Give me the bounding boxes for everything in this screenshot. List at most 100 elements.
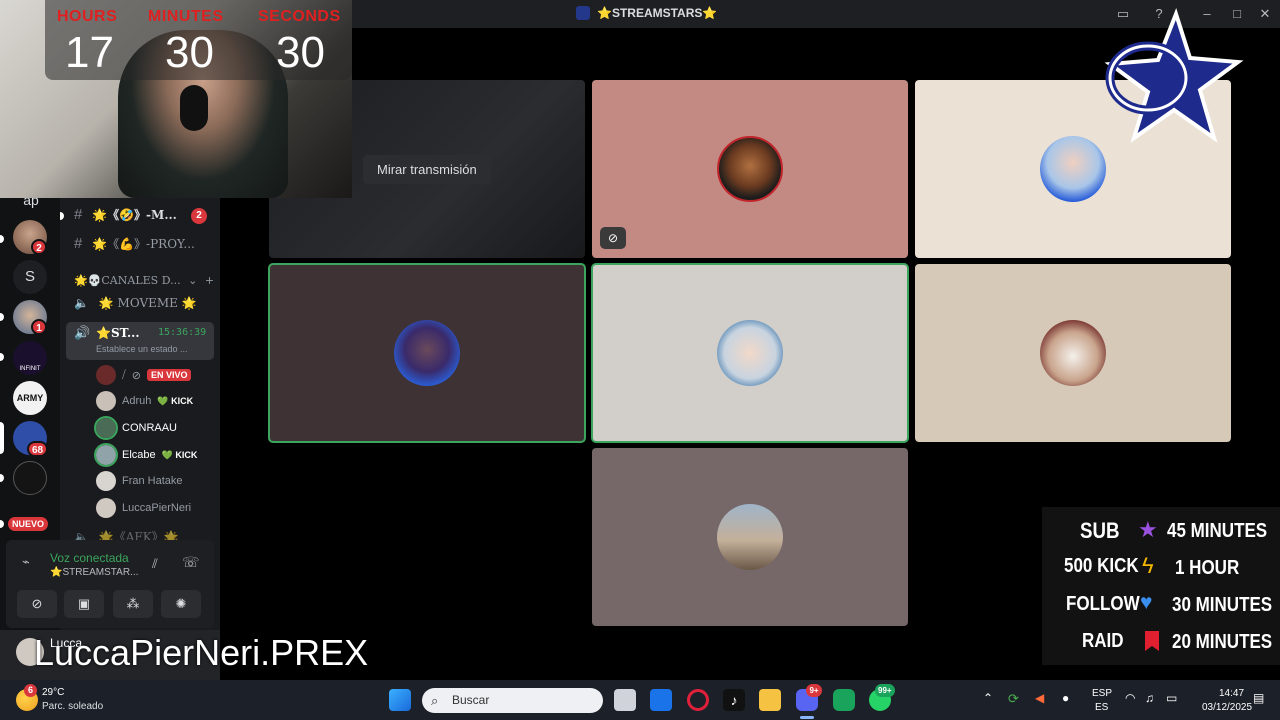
channel-badge: 2 <box>191 208 207 224</box>
server-infinit[interactable]: INFINIT <box>13 341 47 375</box>
member-name: LuccaPierNeri <box>122 502 192 514</box>
stream-goals-panel: SUB ★ 45 MINUTES 500 KICK ϟ 1 HOUR FOLLO… <box>1042 507 1280 665</box>
weather-badge: 6 <box>24 684 37 697</box>
server-army[interactable]: ARMY <box>13 381 47 415</box>
add-channel-icon[interactable]: + <box>205 274 214 287</box>
seconds-label: SECONDS <box>258 8 341 25</box>
avatar <box>394 320 460 386</box>
voice-tile[interactable] <box>915 264 1231 442</box>
avatar <box>1040 136 1106 202</box>
category-header[interactable]: 🌟💀CANALES D... ⌄ + <box>74 274 214 296</box>
tiktok-icon[interactable]: ♪ <box>723 689 745 711</box>
avatar <box>96 391 116 411</box>
weather-temp: 29°C <box>42 687 65 698</box>
watch-stream-button[interactable]: Mirar transmisión <box>363 155 491 184</box>
minutes-value: 30 <box>165 28 214 77</box>
window-title: ⭐STREAMSTARS⭐ <box>597 6 718 20</box>
server-s[interactable]: S <box>13 260 47 294</box>
countdown-timer: HOURS MINUTES SECONDS 17 30 30 <box>45 0 352 80</box>
volume-icon[interactable]: ♫ <box>1145 691 1154 705</box>
battery-icon[interactable]: ▭ <box>1166 691 1177 705</box>
server-badge: 2 <box>31 239 47 255</box>
voice-tile-speaking[interactable] <box>591 263 909 443</box>
opera-icon[interactable] <box>687 689 709 711</box>
outlook-icon[interactable] <box>650 689 672 711</box>
avatar <box>96 498 116 518</box>
voice-member[interactable]: Fran Hatake <box>96 470 183 492</box>
voice-member[interactable]: CONRAAU <box>94 416 177 440</box>
voice-member[interactable]: Adruh 💚 KICK <box>96 390 193 412</box>
voice-channel-name[interactable]: ⭐STREAMSTAR... <box>50 567 138 578</box>
lang-bottom: ES <box>1095 702 1109 713</box>
text-channel[interactable]: # 🌟《💪》-PROY... <box>74 235 195 257</box>
tray-app-icon[interactable]: ◀ <box>1035 691 1044 705</box>
voice-channel[interactable]: 🔈 🌟 MOVEME 🌟 <box>74 296 197 318</box>
server-badge: 1 <box>31 319 47 335</box>
streamstars-logo-icon <box>1104 8 1244 143</box>
unread-pill <box>0 353 4 361</box>
goal-sub-label: SUB <box>1080 518 1120 543</box>
tray-overflow-icon[interactable]: ⌃ <box>983 691 993 705</box>
new-label[interactable]: NUEVO <box>8 517 49 531</box>
channel-label: 🌟《💪》-PROY... <box>92 237 195 251</box>
voice-tile[interactable]: ⊘ <box>592 80 908 258</box>
task-view-icon[interactable] <box>614 689 636 711</box>
hash-icon: # <box>74 206 83 223</box>
unread-pill <box>0 313 4 321</box>
disconnect-icon[interactable]: ☏ <box>182 554 200 571</box>
soundboard-button[interactable]: ✺ <box>161 590 201 618</box>
activities-button[interactable]: ⁂ <box>113 590 153 618</box>
voice-member[interactable]: LuccaPierNeri <box>96 497 191 519</box>
game-app-icon[interactable] <box>833 689 855 711</box>
kick-tag: 💚 KICK <box>157 395 194 406</box>
microphone-icon[interactable]: ● <box>1062 691 1069 705</box>
hours-value: 17 <box>65 28 114 77</box>
goal-raid-label: RAID <box>1082 630 1124 652</box>
close-button[interactable]: ✕ <box>1256 5 1274 23</box>
clock-date[interactable]: 03/12/2025 <box>1202 702 1252 713</box>
lang-top[interactable]: ESP <box>1092 688 1112 699</box>
voice-tile[interactable] <box>592 448 908 626</box>
microphone-icon <box>180 85 208 131</box>
search-placeholder: Buscar <box>452 693 490 707</box>
sync-icon[interactable]: ⟳ <box>1008 691 1019 707</box>
clock-time[interactable]: 14:47 <box>1219 688 1244 699</box>
weather-desc: Parc. soleado <box>42 701 104 712</box>
channel-label: ⭐ST... <box>96 326 140 340</box>
selected-pill <box>0 422 4 454</box>
goal-kick-label: 500 KICK <box>1064 555 1139 577</box>
deafened-icon: ⊘ <box>600 227 626 249</box>
file-explorer-icon[interactable] <box>759 689 781 711</box>
server-icon[interactable] <box>13 461 47 495</box>
goal-follow-label: FOLLOW <box>1066 593 1140 615</box>
voice-member[interactable]: ⧸ ⊘ EN VIVO <box>96 364 192 386</box>
speaker-icon: 🔊 <box>74 326 91 341</box>
start-icon[interactable] <box>389 689 411 711</box>
search-icon: ⌕ <box>431 693 439 708</box>
text-channel[interactable]: # 🌟《🤣》-M... <box>74 206 177 228</box>
camera-button[interactable]: ⊘ <box>17 590 57 618</box>
voice-tile-speaking[interactable] <box>268 263 586 443</box>
discord-badge: 9+ <box>806 684 822 697</box>
noise-suppression-icon[interactable]: ⫽ <box>152 556 158 572</box>
taskbar-search[interactable]: ⌕ Buscar <box>422 688 603 713</box>
wifi-icon[interactable]: ◠ <box>1125 691 1135 705</box>
deafened-icon: ⊘ <box>131 369 141 382</box>
screen-share-button[interactable]: ▣ <box>64 590 104 618</box>
minutes-label: MINUTES <box>148 8 224 25</box>
avatar <box>717 320 783 386</box>
member-name: Adruh <box>122 395 152 407</box>
status-prompt[interactable]: Establece un estado ... <box>96 344 188 354</box>
active-voice-channel[interactable]: 🔊 ⭐ST... 15:36:39 Establece un estado ..… <box>66 322 214 360</box>
live-badge: EN VIVO <box>146 369 192 381</box>
voice-member[interactable]: Elcabe 💚 KICK <box>94 443 198 467</box>
kick-tag: 💚 KICK <box>161 449 198 460</box>
active-app-indicator <box>800 716 814 719</box>
heart-icon: ♥ <box>1140 591 1153 614</box>
hash-icon: # <box>74 235 83 252</box>
avatar <box>96 471 116 491</box>
avatar <box>94 416 118 440</box>
member-name: Elcabe <box>122 449 156 461</box>
hours-label: HOURS <box>57 8 118 25</box>
notifications-icon[interactable]: ▤ <box>1253 691 1264 705</box>
